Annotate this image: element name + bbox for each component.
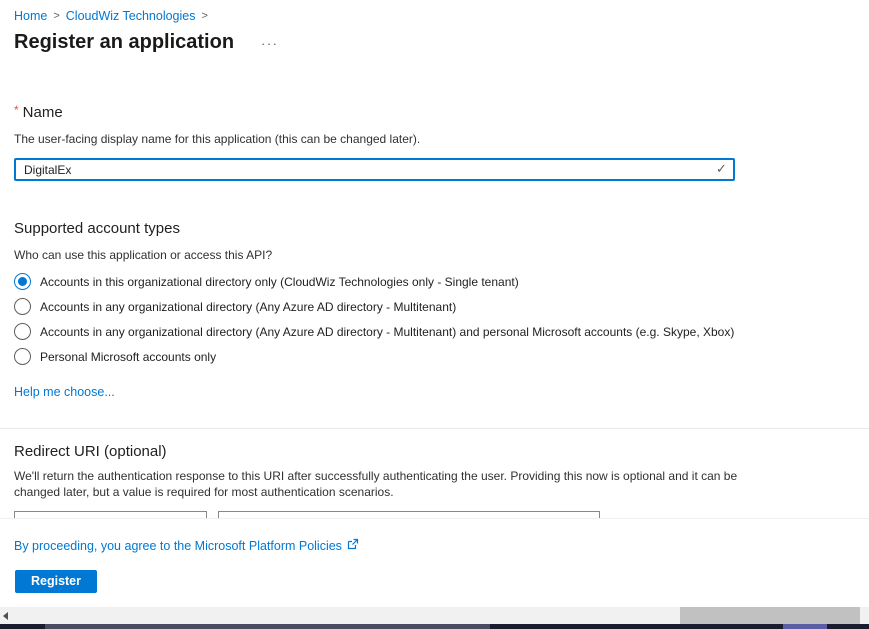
external-link-icon <box>347 538 359 553</box>
breadcrumb-tenant-link[interactable]: CloudWiz Technologies <box>66 9 196 23</box>
app-registration-page: Home > CloudWiz Technologies > Register … <box>0 0 869 629</box>
radio-multitenant[interactable]: Accounts in any organizational directory… <box>14 294 734 319</box>
name-label-text: Name <box>23 104 63 121</box>
help-me-choose-link[interactable]: Help me choose... <box>14 385 115 399</box>
breadcrumb: Home > CloudWiz Technologies > <box>14 9 208 23</box>
content-clip-line <box>0 518 869 519</box>
horizontal-scrollbar-thumb[interactable] <box>680 607 860 624</box>
page-title: Register an application <box>14 31 234 54</box>
radio-button-icon[interactable] <box>14 348 31 365</box>
account-types-question: Who can use this application or access t… <box>14 248 272 262</box>
valid-check-icon: ✓ <box>716 161 727 177</box>
platform-policies-row[interactable]: By proceeding, you agree to the Microsof… <box>14 538 359 553</box>
radio-button-icon[interactable] <box>14 298 31 315</box>
supported-account-types-heading: Supported account types <box>14 220 180 237</box>
radio-button-icon[interactable] <box>14 273 31 290</box>
redirect-uri-heading: Redirect URI (optional) <box>14 443 167 460</box>
breadcrumb-separator: > <box>53 10 59 22</box>
radio-button-icon[interactable] <box>14 323 31 340</box>
radio-single-tenant[interactable]: Accounts in this organizational director… <box>14 269 734 294</box>
section-divider <box>0 428 869 429</box>
redirect-uri-description-line2: changed later, but a value is required f… <box>14 485 754 499</box>
overflow-menu-icon[interactable]: ··· <box>261 36 279 51</box>
account-type-radio-group: Accounts in this organizational director… <box>14 269 734 369</box>
radio-personal-only[interactable]: Personal Microsoft accounts only <box>14 344 734 369</box>
radio-label: Personal Microsoft accounts only <box>40 350 216 364</box>
radio-label: Accounts in any organizational directory… <box>40 325 734 339</box>
radio-label: Accounts in any organizational directory… <box>40 300 456 314</box>
radio-multitenant-personal[interactable]: Accounts in any organizational directory… <box>14 319 734 344</box>
redirect-uri-description-line1: We'll return the authentication response… <box>14 469 754 483</box>
name-field-description: The user-facing display name for this ap… <box>14 132 420 146</box>
register-button[interactable]: Register <box>15 570 97 593</box>
outer-scrollbar-thumb[interactable] <box>45 624 490 629</box>
scrollbar-left-arrow-icon[interactable] <box>3 612 8 620</box>
name-input[interactable] <box>14 158 735 181</box>
outer-scrollbar-indicator <box>783 624 827 629</box>
radio-label: Accounts in this organizational director… <box>40 275 519 289</box>
name-field-label: * Name <box>14 103 63 121</box>
breadcrumb-home-link[interactable]: Home <box>14 9 47 23</box>
breadcrumb-separator: > <box>201 10 207 22</box>
platform-policies-link[interactable]: By proceeding, you agree to the Microsof… <box>14 539 342 553</box>
required-asterisk: * <box>14 103 19 117</box>
